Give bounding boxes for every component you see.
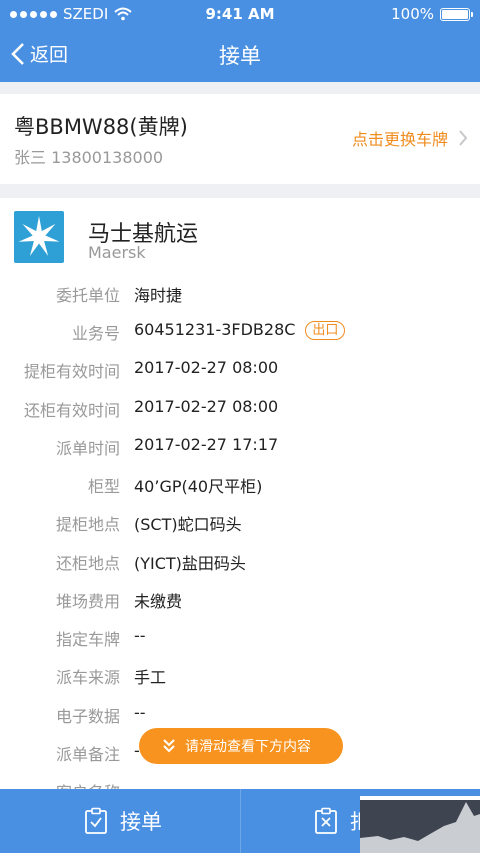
company-logo bbox=[14, 211, 64, 263]
change-plate-label: 点击更换车牌 bbox=[351, 130, 448, 149]
clipboard-x-icon bbox=[315, 807, 337, 834]
header: SZEDI 9:41 AM 100% 返回 接单 bbox=[0, 0, 480, 82]
star-icon bbox=[18, 216, 60, 256]
battery-percent: 100% bbox=[391, 5, 434, 23]
business-number: 60451231-3FDB28C bbox=[134, 320, 296, 339]
field-label: 还柜有效时间 bbox=[23, 401, 120, 420]
company-name-en: Maersk bbox=[88, 243, 146, 262]
field-label: 派单备注 bbox=[55, 745, 120, 764]
field-row: 还柜有效时间 2017-02-27 08:00 bbox=[0, 397, 480, 421]
field-value: -- bbox=[134, 703, 146, 722]
field-value: (YICT)盐田码头 bbox=[134, 554, 246, 573]
field-label: 指定车牌 bbox=[55, 630, 120, 649]
field-label: 还柜地点 bbox=[55, 554, 120, 573]
field-label: 电子数据 bbox=[55, 707, 120, 726]
field-label: 提柜地点 bbox=[55, 515, 120, 534]
chevron-right-icon bbox=[459, 130, 468, 146]
page-title: 接单 bbox=[219, 44, 261, 68]
field-label: 柜型 bbox=[87, 477, 120, 496]
field-value: 未缴费 bbox=[134, 592, 183, 611]
accept-order-button[interactable]: 接单 bbox=[84, 789, 162, 853]
field-label: 派车来源 bbox=[55, 668, 120, 687]
field-value: 2017-02-27 17:17 bbox=[134, 435, 279, 454]
change-plate-button[interactable]: 点击更换车牌 bbox=[352, 126, 468, 150]
field-row: 委托单位 海时捷 bbox=[0, 282, 480, 306]
button-divider bbox=[240, 789, 241, 853]
field-row: 派单时间 2017-02-27 17:17 bbox=[0, 435, 480, 459]
vehicle-card: 粤BBMW88(黄牌) 张三 13800138000 点击更换车牌 bbox=[0, 94, 480, 184]
field-value: -- bbox=[134, 626, 146, 645]
field-row: 提柜地点 (SCT)蛇口码头 bbox=[0, 511, 480, 535]
scroll-hint-label: 请滑动查看下方内容 bbox=[185, 739, 311, 755]
field-label: 堆场费用 bbox=[55, 592, 120, 611]
field-value: 2017-02-27 08:00 bbox=[134, 397, 279, 416]
field-value: (SCT)蛇口码头 bbox=[134, 515, 242, 534]
double-chevron-down-icon bbox=[163, 739, 175, 753]
field-row: 堆场费用 未缴费 bbox=[0, 588, 480, 612]
field-value: 40’GP(40尺平柜) bbox=[134, 477, 263, 496]
field-label: 提柜有效时间 bbox=[23, 362, 120, 381]
accept-label: 接单 bbox=[120, 810, 162, 834]
clipboard-check-icon bbox=[85, 807, 107, 834]
field-row: 业务号 60451231-3FDB28C 出口 bbox=[0, 320, 480, 344]
nav-bar: 返回 接单 bbox=[0, 28, 480, 82]
export-badge: 出口 bbox=[305, 321, 346, 340]
field-value: 2017-02-27 08:00 bbox=[134, 358, 279, 377]
field-row: 电子数据 -- bbox=[0, 703, 480, 727]
field-value: 手工 bbox=[134, 668, 167, 687]
thumbnail-overlay bbox=[360, 796, 480, 853]
field-label: 派单时间 bbox=[55, 439, 120, 458]
scroll-hint-button[interactable]: 请滑动查看下方内容 bbox=[139, 728, 343, 764]
field-value: 海时捷 bbox=[134, 286, 183, 305]
field-row: 指定车牌 -- bbox=[0, 626, 480, 650]
field-label: 委托单位 bbox=[55, 286, 120, 305]
field-row: 提柜有效时间 2017-02-27 08:00 bbox=[0, 358, 480, 382]
order-detail-card: 马士基航运 Maersk 委托单位 海时捷 业务号 60451231-3FDB2… bbox=[0, 198, 480, 802]
field-label: 业务号 bbox=[71, 324, 120, 343]
plate-number: 粤BBMW88(黄牌) bbox=[14, 115, 188, 139]
status-bar: SZEDI 9:41 AM 100% bbox=[0, 0, 480, 28]
field-row: 柜型 40’GP(40尺平柜) bbox=[0, 473, 480, 497]
driver-info: 张三 13800138000 bbox=[14, 148, 164, 167]
chart-thumbnail-icon bbox=[360, 796, 480, 853]
battery-icon bbox=[440, 7, 473, 21]
field-row: 还柜地点 (YICT)盐田码头 bbox=[0, 550, 480, 574]
field-row: 派车来源 手工 bbox=[0, 664, 480, 688]
